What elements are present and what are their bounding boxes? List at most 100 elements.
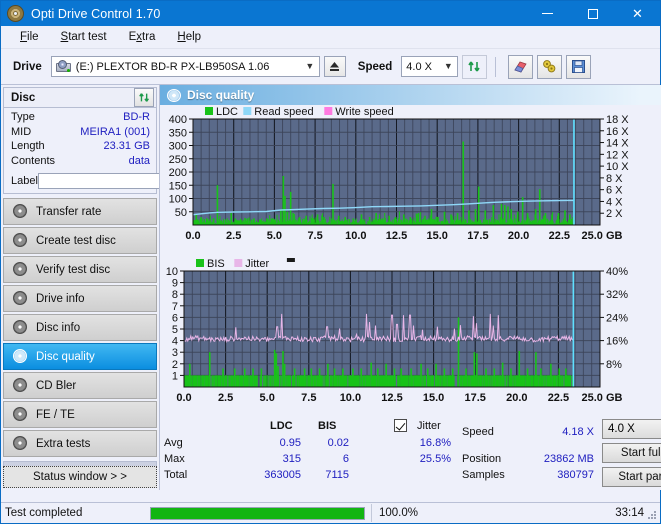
start-part-button[interactable]: Start part (602, 467, 661, 487)
close-icon[interactable]: ✕ (615, 1, 660, 26)
svg-text:2.5: 2.5 (218, 392, 233, 404)
disc-row-contents: Contents data (11, 154, 150, 169)
sidebar-item-label: Transfer rate (36, 205, 102, 218)
svg-text:7.5: 7.5 (307, 230, 322, 242)
eject-button[interactable] (323, 56, 346, 77)
refresh-button[interactable] (462, 54, 488, 79)
menu-extra[interactable]: Extra (118, 28, 167, 46)
disc-label-key: Label (11, 174, 38, 187)
disc-info-rows: Type BD-R MID MEIRA1 (001) Length 23.31 … (4, 108, 240, 193)
start-full-button[interactable]: Start full (602, 443, 661, 463)
svg-text:5: 5 (172, 324, 178, 336)
sidebar-item-extra-tests[interactable]: Extra tests (3, 430, 157, 457)
disc-transfer-icon (12, 204, 29, 219)
svg-text:17.5: 17.5 (464, 392, 485, 404)
sidebar-item-transfer-rate[interactable]: Transfer rate (3, 198, 157, 225)
svg-text:6: 6 (172, 312, 178, 324)
svg-text:22.5: 22.5 (548, 392, 569, 404)
disc-fete-icon (12, 407, 29, 422)
sidebar-item-drive-info[interactable]: Drive info (3, 285, 157, 312)
jitter-avg-value: 16.8% (419, 437, 451, 449)
svg-text:Write speed: Write speed (335, 106, 394, 118)
disc-quality-icon (167, 88, 181, 102)
disc-row-mid: MID MEIRA1 (001) (11, 125, 150, 140)
toolbar: Drive (E:) PLEXTOR BD-R PX-LB950SA 1.06 … (1, 49, 660, 85)
svg-text:5.0: 5.0 (267, 230, 282, 242)
disc-row-length: Length 23.31 GB (11, 139, 150, 154)
svg-text:100: 100 (169, 194, 187, 206)
svg-text:1: 1 (172, 370, 178, 382)
app-window: Opti Drive Control 1.70 ✕ File Start tes… (0, 0, 661, 524)
jitter-checkbox[interactable] (394, 419, 407, 432)
disc-panel-title: Disc (11, 91, 36, 104)
status-message: Test completed (5, 507, 83, 519)
jitter-max-value: 25.5% (419, 453, 451, 465)
svg-text:10 X: 10 X (606, 161, 629, 173)
speed-result-label: Speed (462, 426, 494, 438)
resize-grip[interactable] (647, 510, 657, 520)
disc-create-icon (12, 233, 29, 248)
test-speed-value: 4.0 X (608, 423, 635, 435)
tools-button[interactable] (537, 54, 563, 79)
sidebar-item-create-test-disc[interactable]: Create test disc (3, 227, 157, 254)
minimize-icon[interactable] (525, 1, 570, 26)
erase-button[interactable] (508, 54, 534, 79)
disc-info-panel: Disc Type BD-R MID MEIRA1 (001) Length 2… (3, 87, 240, 194)
speed-select[interactable]: 4.0 X ▼ (401, 56, 459, 77)
disc-row-mid-value: MEIRA1 (001) (80, 125, 150, 138)
menu-start-test[interactable]: Start test (50, 28, 118, 46)
sidebar-item-fe-te[interactable]: FE / TE (3, 401, 157, 428)
save-button[interactable] (566, 54, 592, 79)
eject-icon (330, 62, 340, 71)
bis-jitter-chart: BIS Jitter 12345678910 8% 16% 24% 32% 40% 0.0 2.5… (166, 258, 628, 404)
speed-result-value: 4.18 X (562, 426, 594, 438)
test-speed-select[interactable]: 4.0 X ▼ (602, 419, 661, 439)
status-window-button[interactable]: Status window > > (3, 466, 157, 488)
position-value: 23862 MB (543, 453, 594, 465)
svg-text:12 X: 12 X (606, 149, 629, 161)
disc-refresh-button[interactable] (134, 88, 154, 107)
svg-text:15.0: 15.0 (423, 392, 444, 404)
menu-help[interactable]: Help (166, 28, 212, 46)
status-bar: Test completed 100.0% 33:14 (1, 502, 660, 523)
svg-text:25.0 GB: 25.0 GB (582, 230, 623, 242)
disc-row-type-key: Type (11, 111, 35, 123)
stats-panel: LDC BIS Jitter Avg Max Total 0.95 315 36… (160, 417, 661, 487)
sidebar-item-cd-bler[interactable]: CD Bler (3, 372, 157, 399)
drive-select-value: (E:) PLEXTOR BD-R PX-LB950SA 1.06 (75, 60, 270, 73)
svg-text:20.0: 20.0 (506, 392, 527, 404)
svg-text:BIS: BIS (207, 258, 225, 270)
progress-percent: 100.0% (371, 504, 477, 522)
sidebar-item-label: Verify test disc (36, 263, 111, 276)
menu-file[interactable]: File (9, 28, 50, 46)
svg-text:250: 250 (169, 154, 187, 166)
sidebar-item-label: Create test disc (36, 234, 116, 247)
svg-text:350: 350 (169, 127, 187, 139)
disc-quality-icon (12, 349, 29, 364)
bis-avg-value: 0.02 (327, 437, 349, 449)
svg-text:20.0: 20.0 (508, 230, 529, 242)
progress-bar (150, 506, 365, 520)
disc-drive-icon (12, 291, 29, 306)
sidebar-item-label: Disc quality (36, 350, 95, 363)
drive-select[interactable]: (E:) PLEXTOR BD-R PX-LB950SA 1.06 ▼ (50, 56, 320, 77)
svg-text:12.5: 12.5 (381, 392, 402, 404)
disc-row-length-key: Length (11, 140, 45, 152)
disc-row-mid-key: MID (11, 125, 32, 138)
maximize-icon[interactable] (570, 1, 615, 26)
window-controls: ✕ (525, 1, 660, 26)
svg-text:5.0: 5.0 (260, 392, 275, 404)
main-pane: Disc quality LDC Read speed Write speed 50 1… (159, 85, 661, 490)
sidebar-item-verify-test-disc[interactable]: Verify test disc (3, 256, 157, 283)
menu-file-rest: ile (27, 31, 39, 43)
sidebar-item-disc-quality[interactable]: Disc quality (3, 343, 157, 370)
sidebar-item-disc-info[interactable]: Disc info (3, 314, 157, 341)
refresh-icon (138, 93, 149, 102)
eraser-icon (514, 61, 527, 73)
svg-text:9: 9 (172, 278, 178, 290)
svg-text:18 X: 18 X (606, 114, 629, 126)
title-bar: Opti Drive Control 1.70 ✕ (1, 1, 660, 26)
refresh-icon (468, 61, 480, 72)
samples-label: Samples (462, 469, 505, 481)
ldc-max-value: 315 (282, 453, 301, 465)
